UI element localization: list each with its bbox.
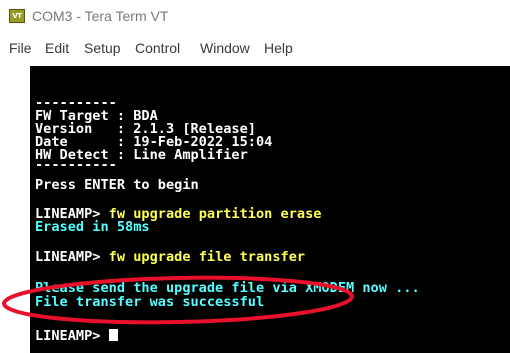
separator-line: ---------- — [35, 157, 117, 173]
command-text: fw upgrade file transfer — [108, 249, 306, 265]
menu-window[interactable]: Window — [200, 40, 250, 56]
transfer-success-line: File transfer was successful — [35, 294, 265, 310]
menu-edit[interactable]: Edit — [45, 40, 69, 56]
menu-setup[interactable]: Setup — [84, 40, 121, 56]
title-bar[interactable]: VT COM3 - Tera Term VT — [0, 0, 510, 34]
menu-bar: File Edit Setup Control Window Help — [0, 34, 510, 64]
current-prompt-line: LINEAMP> — [35, 329, 118, 343]
press-enter-line: Press ENTER to begin — [35, 177, 199, 193]
prompt: LINEAMP> — [35, 249, 109, 265]
erase-result-line: Erased in 58ms — [35, 219, 150, 235]
terminal-screen[interactable]: ---------- FW Target : BDA Version : 2.1… — [30, 66, 510, 353]
command-line-transfer: LINEAMP> fw upgrade file transfer — [35, 250, 305, 264]
menu-file[interactable]: File — [9, 40, 32, 56]
prompt: LINEAMP> — [35, 328, 109, 344]
tera-term-window: VT COM3 - Tera Term VT File Edit Setup C… — [0, 0, 510, 353]
tera-term-app-icon[interactable]: VT — [9, 9, 25, 23]
text-cursor — [108, 329, 118, 341]
menu-help[interactable]: Help — [264, 40, 293, 56]
menu-control[interactable]: Control — [135, 40, 180, 56]
window-title: COM3 - Tera Term VT — [32, 8, 169, 24]
xmodem-prompt-line: Please send the upgrade file via XMODEM … — [35, 280, 420, 296]
